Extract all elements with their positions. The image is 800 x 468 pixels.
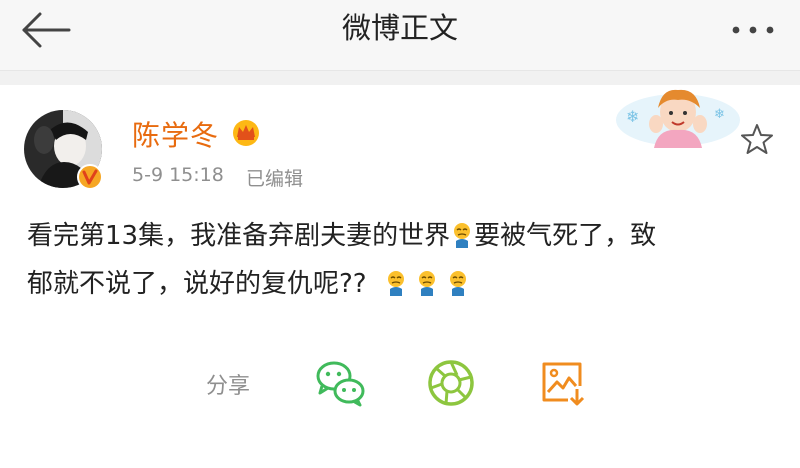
wechat-icon[interactable] — [313, 356, 367, 410]
edited-label[interactable]: 已编辑 — [246, 164, 303, 191]
post-text-line2: 郁就不说了，说好的复仇呢?? — [27, 269, 367, 299]
weary-emoji-icon — [449, 271, 466, 296]
crown-icon — [233, 120, 259, 146]
section-divider — [0, 70, 800, 85]
share-moments-button[interactable] — [424, 356, 478, 410]
card-decoration-image: ❄ ❄ — [616, 89, 740, 148]
favorite-button[interactable] — [739, 121, 775, 157]
post-text-line1: 看完第13集，我准备弃剧夫妻的世界 — [27, 221, 451, 251]
share-label: 分享 — [206, 374, 251, 399]
svg-text:❄: ❄ — [714, 107, 725, 122]
page-title: 微博正文 — [341, 11, 458, 45]
more-button[interactable] — [726, 12, 782, 48]
star-icon[interactable] — [739, 121, 775, 157]
weary-emoji-icon — [387, 271, 404, 296]
post-text-line1b: 要被气死了，致 — [474, 221, 657, 251]
share-wechat-button[interactable] — [313, 356, 367, 410]
post-timestamp: 5-9 15:18 — [132, 164, 224, 186]
more-dots-icon[interactable] — [726, 12, 782, 48]
svg-text:❄: ❄ — [626, 107, 639, 126]
weary-emoji-icon — [418, 271, 435, 296]
verified-badge-icon — [77, 164, 103, 190]
save-image-button[interactable] — [536, 356, 590, 410]
save-image-icon[interactable] — [536, 356, 590, 410]
weary-emoji-icon — [454, 223, 471, 248]
moments-icon[interactable] — [424, 356, 478, 410]
top-navbar: 微博正文 — [0, 0, 800, 70]
author-name[interactable]: 陈学冬 — [132, 114, 219, 154]
post-content: 看完第13集，我准备弃剧夫妻的世界 要被气死了，致 郁就不说了，说好的复仇呢?? — [27, 212, 777, 308]
